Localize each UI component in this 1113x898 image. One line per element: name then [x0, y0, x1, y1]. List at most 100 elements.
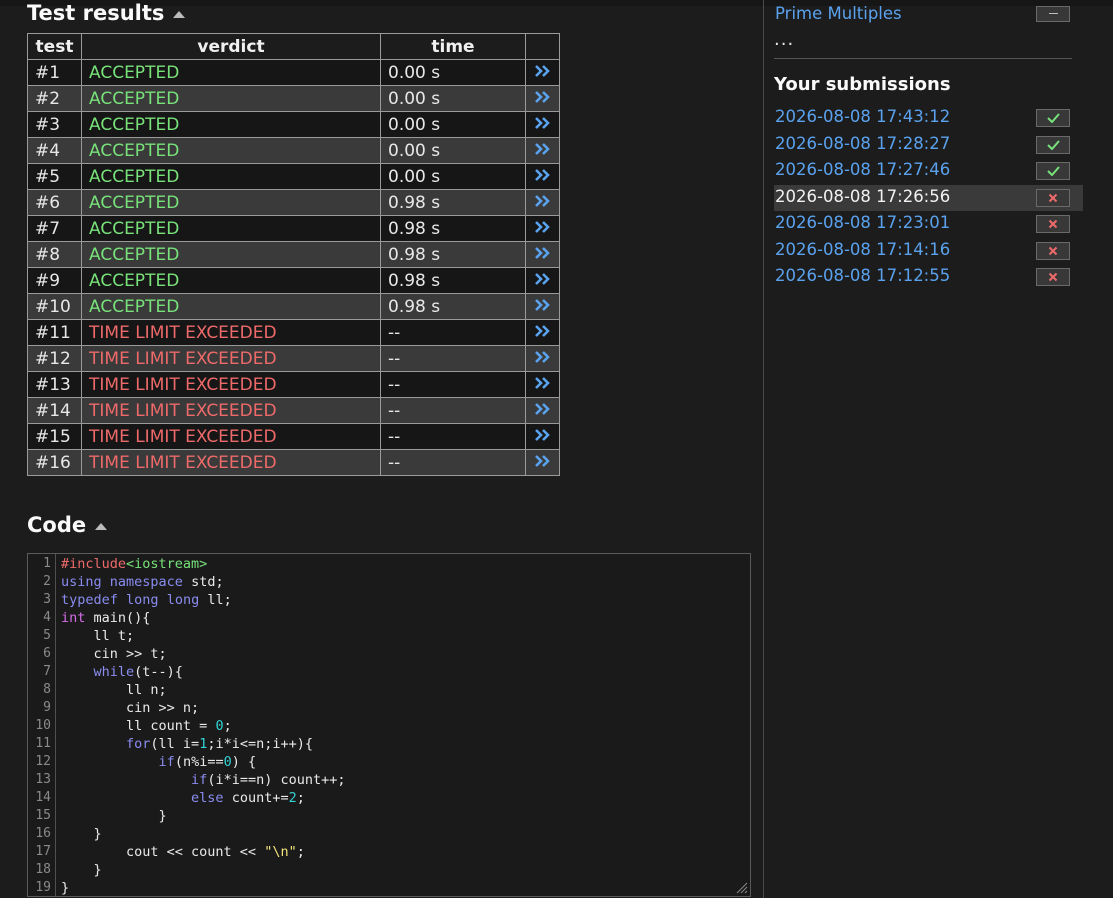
submission-item[interactable]: 2026-08-08 17:14:16 — [774, 238, 1083, 264]
submission-item[interactable]: 2026-08-08 17:26:56 — [774, 184, 1083, 211]
submission-date[interactable]: 2026-08-08 17:28:27 — [775, 134, 950, 153]
submission-date[interactable]: 2026-08-08 17:27:46 — [775, 160, 950, 179]
code-line: cout << count << "\n"; — [61, 844, 305, 860]
double-chevron-right-icon[interactable] — [534, 64, 552, 78]
submission-item[interactable]: 2026-08-08 17:28:27 — [774, 132, 1083, 158]
double-chevron-right-icon[interactable] — [534, 246, 552, 260]
double-chevron-right-icon[interactable] — [534, 90, 552, 104]
test-details-link[interactable] — [525, 423, 560, 450]
double-chevron-right-icon[interactable] — [534, 350, 552, 364]
time-value: 0.00 s — [380, 85, 526, 112]
time-value: 0.98 s — [380, 215, 526, 242]
test-details-link[interactable] — [525, 111, 560, 138]
submission-status-badge — [1036, 241, 1070, 260]
line-number: 3 — [43, 592, 51, 607]
double-chevron-right-icon[interactable] — [534, 324, 552, 338]
test-details-link[interactable] — [525, 189, 560, 216]
task-link[interactable]: Prime Multiples — [775, 4, 902, 23]
time-value: -- — [380, 345, 526, 372]
submission-item[interactable]: 2026-08-08 17:43:12 — [774, 105, 1083, 131]
table-row: #15 TIME LIMIT EXCEEDED -- — [27, 423, 560, 450]
test-results-heading: Test results — [27, 1, 186, 25]
code-token: 0 — [215, 718, 224, 734]
code-line: cin >> n; — [61, 700, 199, 716]
code-token: for — [126, 736, 151, 752]
test-details-link[interactable] — [525, 293, 560, 320]
code-token: int — [61, 610, 86, 626]
more-tasks-ellipsis[interactable]: ... — [774, 29, 794, 50]
submission-item[interactable]: 2026-08-08 17:12:55 — [774, 264, 1083, 290]
code-line: ll n; — [61, 682, 167, 698]
code-token: (i*i==n) count++; — [207, 772, 346, 788]
verdict: TIME LIMIT EXCEEDED — [81, 371, 381, 398]
double-chevron-right-icon[interactable] — [534, 454, 552, 468]
test-details-link[interactable] — [525, 371, 560, 398]
time-value: -- — [380, 371, 526, 398]
submission-date[interactable]: 2026-08-08 17:26:56 — [775, 187, 950, 206]
code-token: std; — [182, 574, 224, 590]
code-token: ;i*i<=n;i++){ — [207, 736, 314, 752]
line-number: 15 — [35, 808, 51, 823]
test-details-link[interactable] — [525, 215, 560, 242]
test-details-link[interactable] — [525, 345, 560, 372]
double-chevron-right-icon[interactable] — [534, 428, 552, 442]
double-chevron-right-icon[interactable] — [534, 376, 552, 390]
test-results-title: Test results — [27, 1, 165, 25]
double-chevron-right-icon[interactable] — [534, 116, 552, 130]
time-value: 0.98 s — [380, 189, 526, 216]
test-details-link[interactable] — [525, 241, 560, 268]
table-row: #6 ACCEPTED 0.98 s — [27, 189, 560, 216]
test-results-table: test verdict time #1 ACCEPTED 0.00 s #2 ACCE… — [27, 33, 560, 476]
double-chevron-right-icon[interactable] — [534, 220, 552, 234]
test-details-link[interactable] — [525, 137, 560, 164]
collapse-button[interactable] — [1036, 6, 1070, 22]
submission-date[interactable]: 2026-08-08 17:23:01 — [775, 213, 950, 232]
test-number: #9 — [27, 267, 82, 294]
time-value: 0.98 s — [380, 267, 526, 294]
double-chevron-right-icon[interactable] — [534, 194, 552, 208]
double-chevron-right-icon[interactable] — [534, 402, 552, 416]
double-chevron-right-icon[interactable] — [534, 168, 552, 182]
test-details-link[interactable] — [525, 163, 560, 190]
test-details-link[interactable] — [525, 59, 560, 86]
code-token: (t--){ — [134, 664, 183, 680]
code-line: } — [61, 808, 167, 824]
verdict: TIME LIMIT EXCEEDED — [81, 345, 381, 372]
code-token: count+= — [223, 790, 289, 806]
double-chevron-right-icon[interactable] — [534, 298, 552, 312]
time-value: 0.00 s — [380, 59, 526, 86]
triangle-up-icon[interactable] — [95, 522, 108, 530]
line-number: 8 — [43, 682, 51, 697]
test-details-link[interactable] — [525, 85, 560, 112]
test-number: #13 — [27, 371, 82, 398]
double-chevron-right-icon[interactable] — [534, 142, 552, 156]
submission-date[interactable]: 2026-08-08 17:14:16 — [775, 240, 950, 259]
code-line: else count+=2; — [61, 790, 305, 806]
resize-handle-icon[interactable] — [734, 880, 748, 894]
submission-date[interactable]: 2026-08-08 17:43:12 — [775, 107, 950, 126]
code-line: } — [61, 880, 69, 896]
submission-status-badge — [1036, 162, 1070, 180]
double-chevron-right-icon[interactable] — [534, 272, 552, 286]
test-details-link[interactable] — [525, 319, 560, 346]
code-token: ll t; — [61, 628, 135, 644]
verdict: TIME LIMIT EXCEEDED — [81, 423, 381, 450]
test-details-link[interactable] — [525, 449, 560, 476]
triangle-up-icon[interactable] — [173, 10, 186, 18]
code-token: ; — [223, 718, 232, 734]
submission-date[interactable]: 2026-08-08 17:12:55 — [775, 266, 950, 285]
code-viewer[interactable]: 1 2 3 4 5 6 7 8 9 10 11 12 13 14 15 16 17 18 19 #include<i… — [27, 553, 751, 897]
test-details-link[interactable] — [525, 397, 560, 424]
submission-item[interactable]: 2026-08-08 17:23:01 — [774, 211, 1083, 237]
submission-status-badge — [1036, 109, 1070, 127]
table-row: #11 TIME LIMIT EXCEEDED -- — [27, 319, 560, 346]
code-token: cin >> n; — [61, 700, 200, 716]
code-line: int main(){ — [61, 610, 150, 626]
submission-status-badge — [1036, 215, 1070, 233]
test-details-link[interactable] — [525, 267, 560, 294]
verdict: ACCEPTED — [81, 241, 381, 268]
submission-item[interactable]: 2026-08-08 17:27:46 — [774, 158, 1083, 184]
line-number: 4 — [43, 610, 51, 625]
